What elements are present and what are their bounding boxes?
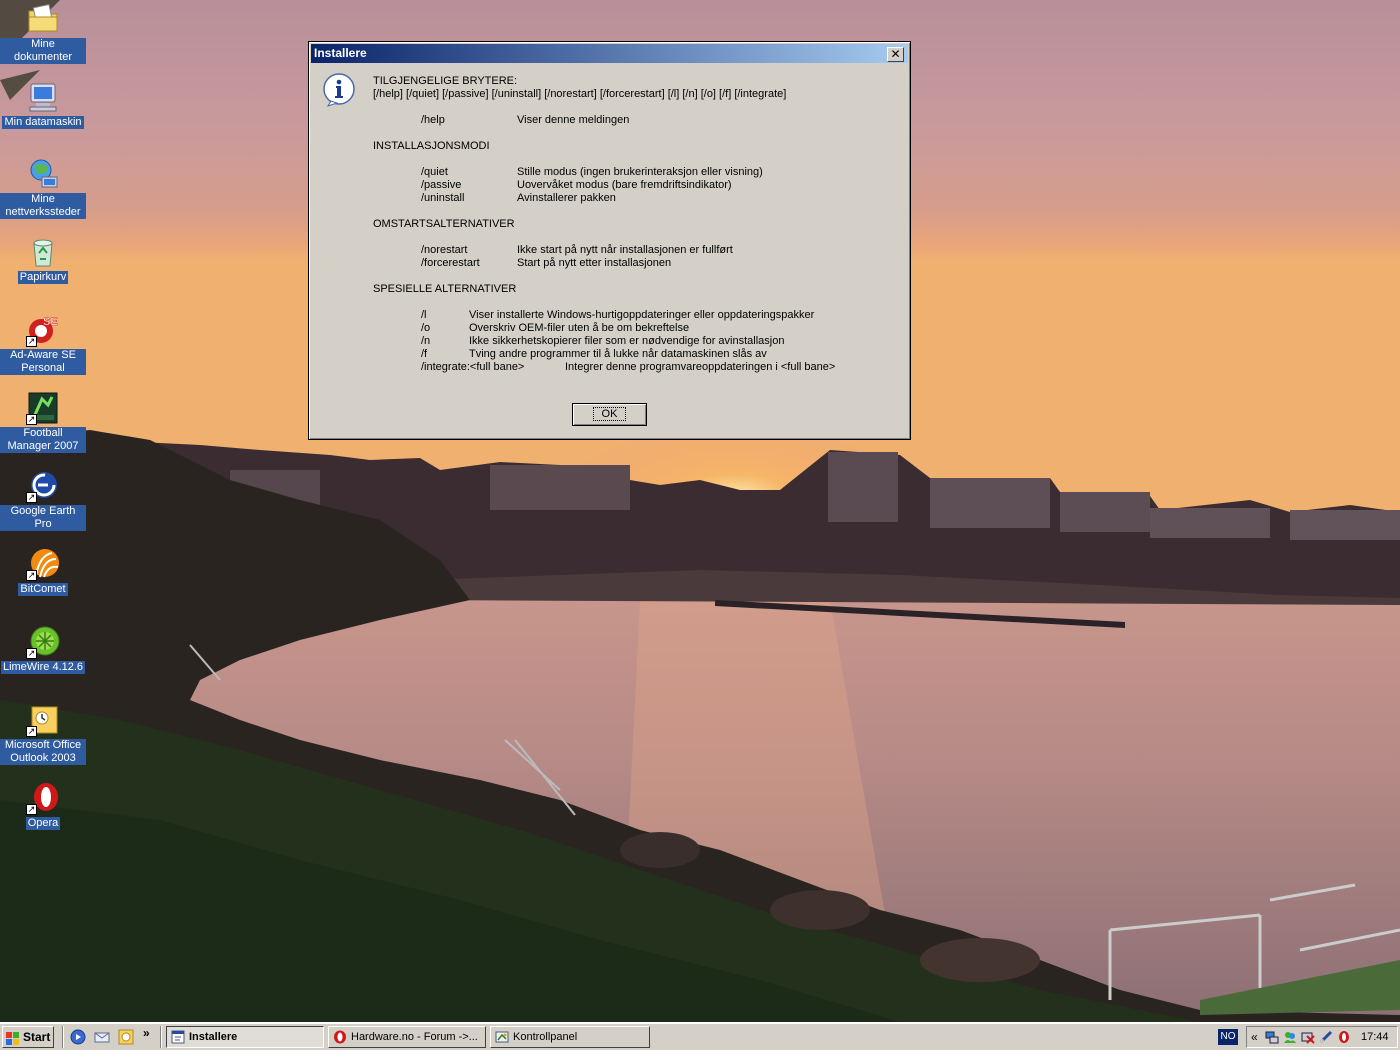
- network-icon: [26, 157, 60, 191]
- switch-row: /integrate:<full bane> Integrer denne pro…: [421, 361, 836, 373]
- restart-options-heading: OMSTARTSALTERNATIVER: [373, 218, 515, 230]
- switch-row: /o Overskriv OEM-filer uten å be om bekre…: [421, 322, 690, 334]
- football-manager-icon: ↗: [26, 391, 60, 425]
- svg-text:SE: SE: [43, 316, 58, 328]
- shortcut-arrow-icon: ↗: [26, 492, 37, 503]
- task-label: Installere: [189, 1031, 238, 1043]
- ok-button-label: OK: [592, 407, 627, 421]
- connection-icon[interactable]: [1319, 1030, 1333, 1047]
- taskbar-task-hardware-forum[interactable]: Hardware.no - Forum ->...: [328, 1026, 486, 1048]
- taskbar: Start » Installere Hardware.no - Forum -…: [0, 1022, 1400, 1050]
- desktop-icon-label: Papirkurv: [17, 271, 69, 284]
- desktop-icon-label: BitComet: [18, 583, 68, 596]
- network-disconnected-icon[interactable]: [1301, 1030, 1315, 1047]
- bitcomet-icon: ↗: [26, 547, 60, 581]
- desktop: Mine dokumenter Min datamaskin Mine nett…: [0, 0, 1400, 1022]
- switch-row: /f Tving andre programmer til å lukke når…: [421, 348, 767, 360]
- dialog-title: Installere: [314, 46, 367, 60]
- windows-logo-icon: [6, 1031, 20, 1045]
- email-icon[interactable]: [94, 1029, 110, 1045]
- desktop-icon-label: Microsoft Office Outlook 2003: [0, 739, 86, 765]
- ok-button[interactable]: OK: [572, 403, 647, 426]
- start-button[interactable]: Start: [2, 1026, 54, 1048]
- switch-row: /n Ikke sikkerhetskopierer filer som er n…: [421, 335, 785, 347]
- start-label: Start: [23, 1030, 51, 1044]
- shortcut-arrow-icon: ↗: [26, 336, 37, 347]
- opera-icon: ↗: [26, 781, 60, 815]
- desktop-icon-opera[interactable]: ↗ Opera: [0, 781, 86, 830]
- media-player-icon[interactable]: [70, 1029, 86, 1045]
- desktop-icon-google-earth[interactable]: ↗ Google Earth Pro: [0, 469, 86, 531]
- limewire-icon: ↗: [26, 625, 60, 659]
- close-button[interactable]: ✕: [887, 47, 904, 62]
- switch-row: /l Viser installerte Windows-hurtigoppdat…: [421, 309, 815, 321]
- desktop-icon-football-manager[interactable]: ↗ Football Manager 2007: [0, 391, 86, 453]
- dialog-message: TILGJENGELIGE BRYTERE: [/help] [/quiet] …: [373, 75, 903, 374]
- switches-summary: [/help] [/quiet] [/passive] [/uninstall]…: [373, 88, 787, 100]
- dialog-title-bar[interactable]: Installere ✕: [311, 44, 908, 63]
- desktop-icon-network-places[interactable]: Mine nettverkssteder: [0, 157, 86, 219]
- opera-tray-icon[interactable]: [1337, 1030, 1351, 1047]
- installer-window-icon: [171, 1030, 185, 1044]
- desktop-icon-label: Ad-Aware SE Personal: [0, 349, 86, 375]
- install-modes-heading: INSTALLASJONSMODI: [373, 140, 490, 152]
- language-indicator[interactable]: NO: [1218, 1029, 1238, 1045]
- switch-row: /forcerestart Start på nytt etter install…: [421, 257, 672, 269]
- folder-documents-icon: [26, 2, 60, 36]
- desktop-icon-limewire[interactable]: ↗ LimeWire 4.12.6: [0, 625, 86, 674]
- desktop-icon-my-documents[interactable]: Mine dokumenter: [0, 2, 86, 64]
- shortcut-arrow-icon: ↗: [26, 726, 37, 737]
- quicklaunch-more-button[interactable]: »: [143, 1027, 159, 1043]
- help-row: /help Viser denne meldingen: [421, 114, 630, 126]
- desktop-icon-label: Google Earth Pro: [0, 505, 86, 531]
- recycle-bin-icon: [26, 235, 60, 269]
- desktop-icon-ad-aware[interactable]: SE ↗ Ad-Aware SE Personal: [0, 313, 86, 375]
- outlook-icon: ↗: [26, 703, 60, 737]
- google-earth-icon: ↗: [26, 469, 60, 503]
- info-icon: [322, 73, 356, 107]
- close-icon: ✕: [890, 47, 901, 61]
- shortcut-arrow-icon: ↗: [26, 804, 37, 815]
- switch-row: /norestart Ikke start på nytt når install…: [421, 244, 733, 256]
- desktop-icon-my-computer[interactable]: Min datamaskin: [0, 80, 86, 129]
- shortcut-arrow-icon: ↗: [26, 570, 37, 581]
- messenger-icon[interactable]: [1283, 1030, 1297, 1047]
- switch-row: /uninstall Avinstallerer pakken: [421, 192, 616, 204]
- desktop-icon-bitcomet[interactable]: ↗ BitComet: [0, 547, 86, 596]
- desktop-icon-label: LimeWire 4.12.6: [0, 661, 86, 674]
- switch-row: /quiet Stille modus (ingen brukerinteraks…: [421, 166, 763, 178]
- desktop-icon-label: Min datamaskin: [2, 116, 84, 129]
- desktop-icon-label: Opera: [25, 817, 61, 830]
- outlook-quicklaunch-icon[interactable]: [118, 1029, 134, 1045]
- switches-heading: TILGJENGELIGE BRYTERE:: [373, 75, 518, 87]
- shortcut-arrow-icon: ↗: [26, 414, 37, 425]
- opera-task-icon: [333, 1030, 347, 1044]
- task-label: Hardware.no - Forum ->...: [351, 1031, 478, 1043]
- desktop-icon-label: Mine dokumenter: [0, 38, 86, 64]
- shortcut-arrow-icon: ↗: [26, 648, 37, 659]
- tray-expand-button[interactable]: «: [1251, 1030, 1258, 1044]
- desktop-icon-outlook[interactable]: ↗ Microsoft Office Outlook 2003: [0, 703, 86, 765]
- computer-icon: [26, 80, 60, 114]
- taskbar-task-installere[interactable]: Installere: [166, 1026, 324, 1048]
- taskbar-task-kontrollpanel[interactable]: Kontrollpanel: [490, 1026, 650, 1048]
- task-label: Kontrollpanel: [513, 1031, 578, 1043]
- adaware-icon: SE ↗: [26, 313, 60, 347]
- switch-row: /passive Uovervåket modus (bare fremdrift…: [421, 179, 732, 191]
- desktop-icon-recycle-bin[interactable]: Papirkurv: [0, 235, 86, 284]
- clock[interactable]: 17:44: [1361, 1030, 1389, 1044]
- desktop-icon-label: Football Manager 2007: [0, 427, 86, 453]
- installere-dialog: Installere ✕ TILGJENGELIGE BRYTERE: [/he…: [308, 41, 911, 440]
- control-panel-icon: [495, 1030, 509, 1044]
- network-status-icon[interactable]: [1265, 1030, 1279, 1047]
- desktop-icon-label: Mine nettverkssteder: [0, 193, 86, 219]
- special-options-heading: SPESIELLE ALTERNATIVER: [373, 283, 517, 295]
- system-tray: « 17:44: [1246, 1026, 1398, 1048]
